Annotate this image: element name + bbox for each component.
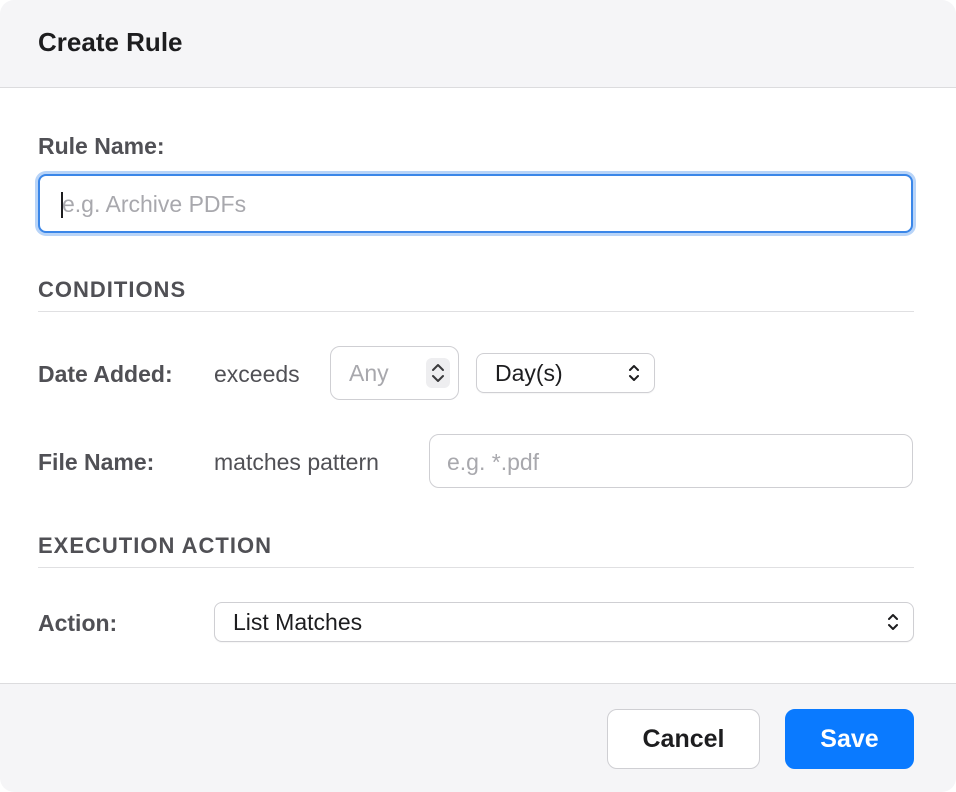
rule-name-label: Rule Name:	[38, 133, 165, 159]
date-amount-stepper[interactable]: Any	[330, 346, 459, 400]
conditions-heading: CONDITIONS	[38, 277, 187, 302]
action-select[interactable]: List Matches	[214, 602, 914, 642]
cancel-button[interactable]: Cancel	[607, 709, 760, 769]
up-down-chevron-icon	[432, 364, 444, 382]
file-pattern-placeholder: e.g. *.pdf	[447, 449, 540, 475]
execution-divider	[38, 567, 914, 568]
rule-name-input[interactable]: e.g. Archive PDFs	[38, 174, 913, 233]
text-caret	[61, 192, 63, 218]
file-pattern-input[interactable]: e.g. *.pdf	[429, 434, 913, 488]
dialog-title: Create Rule	[38, 27, 183, 57]
date-unit-value: Day(s)	[495, 360, 563, 386]
create-rule-dialog: Create Rule Rule Name: e.g. Archive PDFs…	[0, 0, 956, 792]
action-value: List Matches	[233, 609, 363, 635]
stepper-arrows-button[interactable]	[426, 358, 450, 388]
execution-action-heading: EXECUTION ACTION	[38, 533, 272, 558]
select-chevron-icon	[888, 614, 898, 630]
date-amount-placeholder: Any	[349, 360, 389, 386]
file-name-operator: matches pattern	[214, 449, 379, 475]
dialog-header: Create Rule	[0, 0, 956, 88]
file-name-label: File Name:	[38, 449, 155, 475]
save-button[interactable]: Save	[785, 709, 914, 769]
date-added-label: Date Added:	[38, 361, 173, 387]
action-label: Action:	[38, 610, 118, 636]
date-unit-select[interactable]: Day(s)	[476, 353, 655, 393]
conditions-divider	[38, 311, 914, 312]
rule-name-placeholder: e.g. Archive PDFs	[62, 191, 247, 217]
select-chevron-icon	[629, 365, 639, 381]
date-added-operator: exceeds	[214, 361, 300, 387]
